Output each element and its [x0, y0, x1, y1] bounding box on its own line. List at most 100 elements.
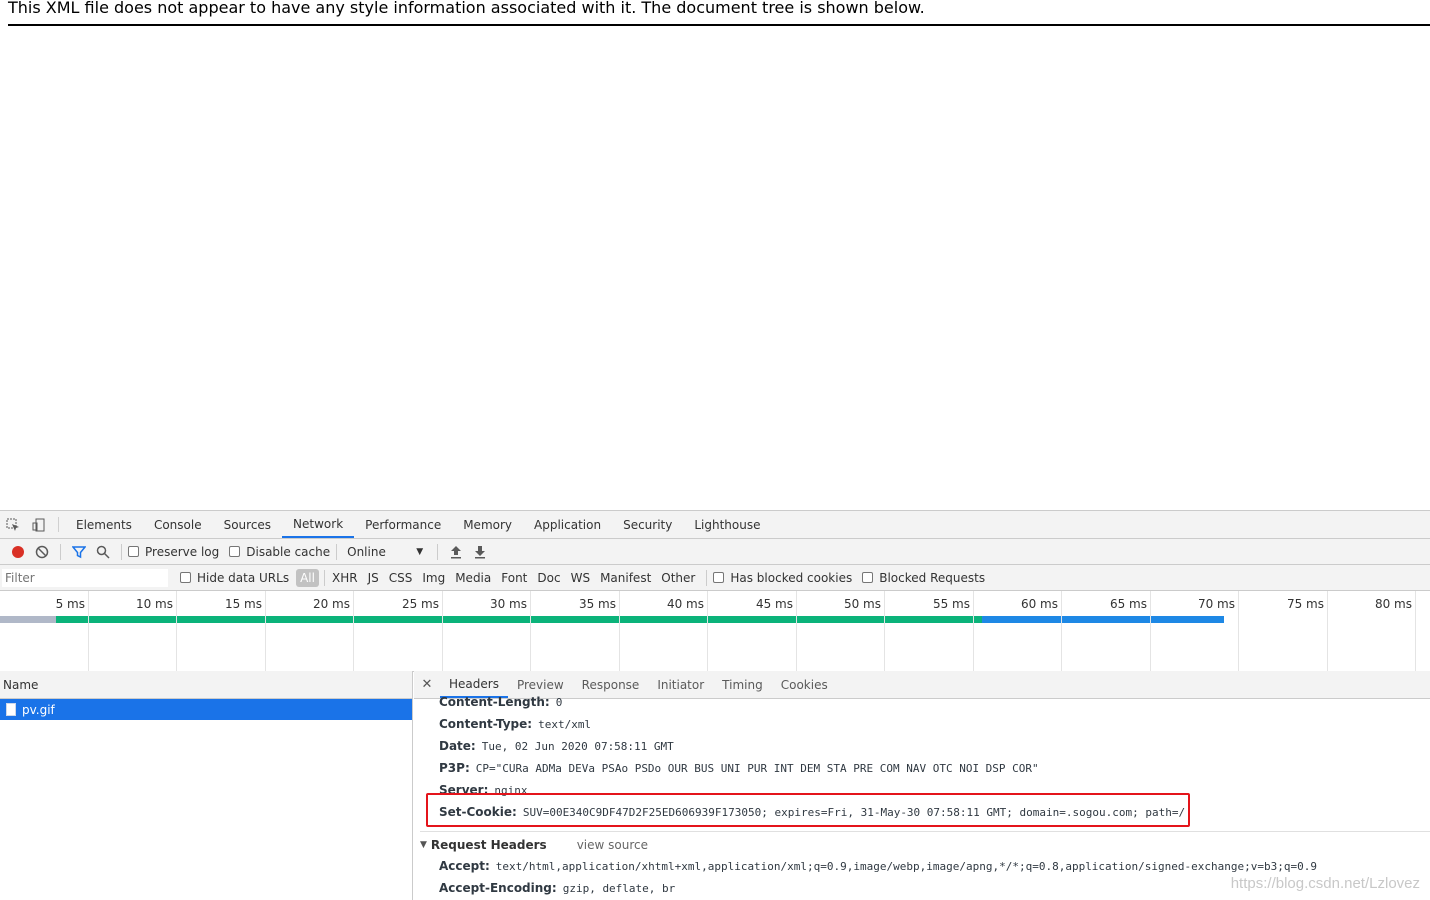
request-detail-pane: ✕ Headers Preview Response Initiator Tim…	[414, 671, 1430, 900]
header-key: Accept-Encoding:	[439, 881, 557, 895]
toolbar-separator	[60, 543, 61, 560]
tab-preview[interactable]: Preview	[508, 671, 573, 698]
search-icon	[96, 545, 110, 559]
header-accept: Accept: text/html,application/xhtml+xml,a…	[439, 859, 1317, 873]
checkbox-box[interactable]	[713, 572, 725, 583]
header-content-length: Content-Length: 0	[439, 695, 562, 709]
xml-notice-text: This XML file does not appear to have an…	[8, 0, 925, 17]
request-headers-section[interactable]: ▼ Request Headers view source	[420, 831, 1430, 857]
has-blocked-cookies-checkbox[interactable]: Has blocked cookies	[713, 571, 852, 585]
clear-button[interactable]	[30, 541, 54, 563]
export-har-button[interactable]	[468, 541, 492, 563]
request-name: pv.gif	[22, 702, 55, 717]
set-cookie-highlight	[426, 793, 1190, 827]
tab-memory[interactable]: Memory	[452, 511, 523, 538]
tab-lighthouse[interactable]: Lighthouse	[683, 511, 771, 538]
record-icon	[12, 545, 24, 558]
tab-cookies[interactable]: Cookies	[772, 671, 837, 698]
tab-network[interactable]: Network	[282, 511, 355, 538]
header-key: Content-Type:	[439, 717, 533, 731]
header-key: Date:	[439, 739, 476, 753]
request-list-pane: Name pv.gif	[0, 671, 413, 900]
tab-console[interactable]: Console	[143, 511, 213, 538]
type-filter-doc[interactable]: Doc	[532, 571, 565, 585]
throttling-value: Online	[347, 544, 386, 559]
header-value: gzip, deflate, br	[562, 882, 676, 895]
tab-headers[interactable]: Headers	[440, 671, 508, 698]
type-filter-js[interactable]: JS	[363, 571, 384, 585]
toolbar-separator	[121, 543, 122, 560]
checkbox-box[interactable]	[862, 572, 874, 583]
tab-response[interactable]: Response	[573, 671, 649, 698]
tab-security[interactable]: Security	[612, 511, 683, 538]
type-filter-manifest[interactable]: Manifest	[595, 571, 656, 585]
close-icon[interactable]: ✕	[414, 671, 440, 698]
header-value: CP="CURa ADMa DEVa PSAo PSDo OUR BUS UNI…	[475, 762, 1039, 775]
header-date: Date: Tue, 02 Jun 2020 07:58:11 GMT	[439, 739, 674, 753]
header-key: Accept:	[439, 859, 490, 873]
network-overview-timeline[interactable]: 5 ms 10 ms 15 ms 20 ms 25 ms 30 ms 35 ms 40 ms 4…	[0, 591, 1430, 672]
preserve-log-checkbox[interactable]: Preserve log	[128, 545, 219, 559]
type-filter-other[interactable]: Other	[656, 571, 700, 585]
header-value: text/html,application/xhtml+xml,applicat…	[495, 860, 1317, 873]
triangle-down-icon: ▼	[420, 839, 427, 850]
toolbar-separator	[437, 543, 439, 560]
disable-cache-checkbox[interactable]: Disable cache	[229, 545, 330, 559]
header-key: Content-Length:	[439, 695, 550, 709]
filter-separator	[706, 569, 708, 586]
type-filter-xhr[interactable]: XHR	[327, 571, 363, 585]
type-filter-media[interactable]: Media	[450, 571, 496, 585]
header-p3p: P3P: CP="CURa ADMa DEVa PSAo PSDo OUR BUS…	[439, 761, 1039, 775]
type-filter-img[interactable]: Img	[417, 571, 450, 585]
header-key: P3P:	[439, 761, 470, 775]
type-filter-font[interactable]: Font	[496, 571, 532, 585]
toolbar-separator	[336, 543, 338, 560]
blocked-requests-checkbox[interactable]: Blocked Requests	[862, 571, 985, 585]
type-filter-ws[interactable]: WS	[566, 571, 595, 585]
checkbox-box[interactable]	[180, 572, 191, 583]
preserve-log-label: Preserve log	[145, 544, 220, 559]
filter-input[interactable]	[2, 568, 168, 587]
checkbox-box[interactable]	[229, 546, 241, 557]
tab-separator	[58, 517, 59, 532]
hide-data-urls-checkbox[interactable]: Hide data URLs	[180, 571, 289, 585]
header-accept-encoding: Accept-Encoding: gzip, deflate, br	[439, 881, 675, 895]
network-toolbar: Preserve log Disable cache Online ▼	[0, 539, 1430, 565]
blocked-requests-label: Blocked Requests	[879, 570, 986, 585]
checkbox-box[interactable]	[128, 546, 139, 557]
tab-application[interactable]: Application	[523, 511, 612, 538]
xml-notice-bar: This XML file does not appear to have an…	[8, 0, 1430, 26]
inspect-element-icon[interactable]	[0, 511, 26, 538]
header-value: Tue, 02 Jun 2020 07:58:11 GMT	[481, 740, 674, 753]
has-blocked-cookies-label: Has blocked cookies	[730, 570, 853, 585]
tab-initiator[interactable]: Initiator	[648, 671, 713, 698]
import-har-button[interactable]	[444, 541, 468, 563]
upload-icon	[451, 545, 462, 558]
tab-performance[interactable]: Performance	[354, 511, 452, 538]
throttling-select[interactable]: Online ▼	[347, 545, 423, 559]
network-lower-split: Name pv.gif ✕ Headers Preview Response I…	[0, 671, 1430, 900]
chevron-down-icon: ▼	[416, 546, 424, 557]
timeline-gridline	[0, 591, 1416, 671]
watermark: https://blog.csdn.net/Lzlovez	[1230, 875, 1420, 892]
type-filter-all[interactable]: All	[296, 568, 319, 587]
devtools-panel: Elements Console Sources Network Perform…	[0, 510, 1430, 900]
tab-sources[interactable]: Sources	[213, 511, 282, 538]
network-filter-bar: Hide data URLs All XHR JS CSS Img Media …	[0, 565, 1430, 591]
request-row-pv-gif[interactable]: pv.gif	[0, 699, 412, 720]
name-column-header[interactable]: Name	[0, 671, 412, 699]
type-filter-css[interactable]: CSS	[384, 571, 418, 585]
record-button[interactable]	[6, 541, 30, 563]
view-source-link[interactable]: view source	[577, 838, 648, 852]
device-toolbar-icon[interactable]	[26, 511, 52, 538]
hide-data-urls-label: Hide data URLs	[197, 570, 290, 585]
search-button[interactable]	[91, 541, 115, 563]
filter-toggle-button[interactable]	[67, 541, 91, 563]
tab-timing[interactable]: Timing	[713, 671, 772, 698]
header-value: 0	[555, 696, 563, 709]
devtools-main-tabs: Elements Console Sources Network Perform…	[0, 511, 1430, 539]
header-value: text/xml	[538, 718, 592, 731]
tab-elements[interactable]: Elements	[65, 511, 143, 538]
clear-icon	[35, 545, 49, 558]
download-icon	[475, 545, 486, 558]
